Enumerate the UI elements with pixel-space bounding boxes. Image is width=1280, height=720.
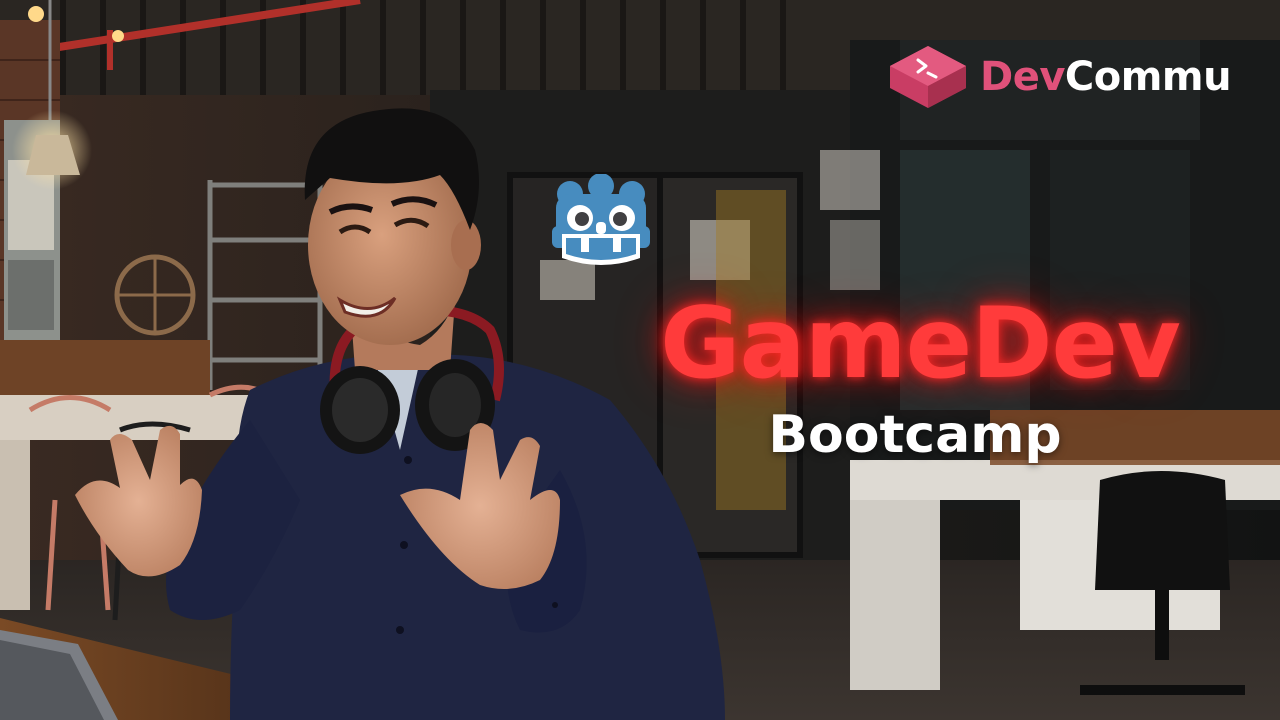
brand-name: DevCommu bbox=[980, 50, 1232, 104]
devcommu-logo: DevCommu bbox=[888, 44, 1248, 110]
headline-title: GameDev bbox=[660, 287, 1181, 401]
brand-name-part1: Dev bbox=[980, 54, 1065, 100]
godot-engine-robot-icon bbox=[552, 174, 650, 265]
brand-name-part2: Commu bbox=[1064, 54, 1232, 100]
thumbnail-scene: DevCommu GameDev Bootcamp bbox=[0, 0, 1280, 720]
headline-subtitle: Bootcamp bbox=[768, 405, 1062, 465]
pink-keycap-terminal-icon bbox=[890, 46, 966, 108]
